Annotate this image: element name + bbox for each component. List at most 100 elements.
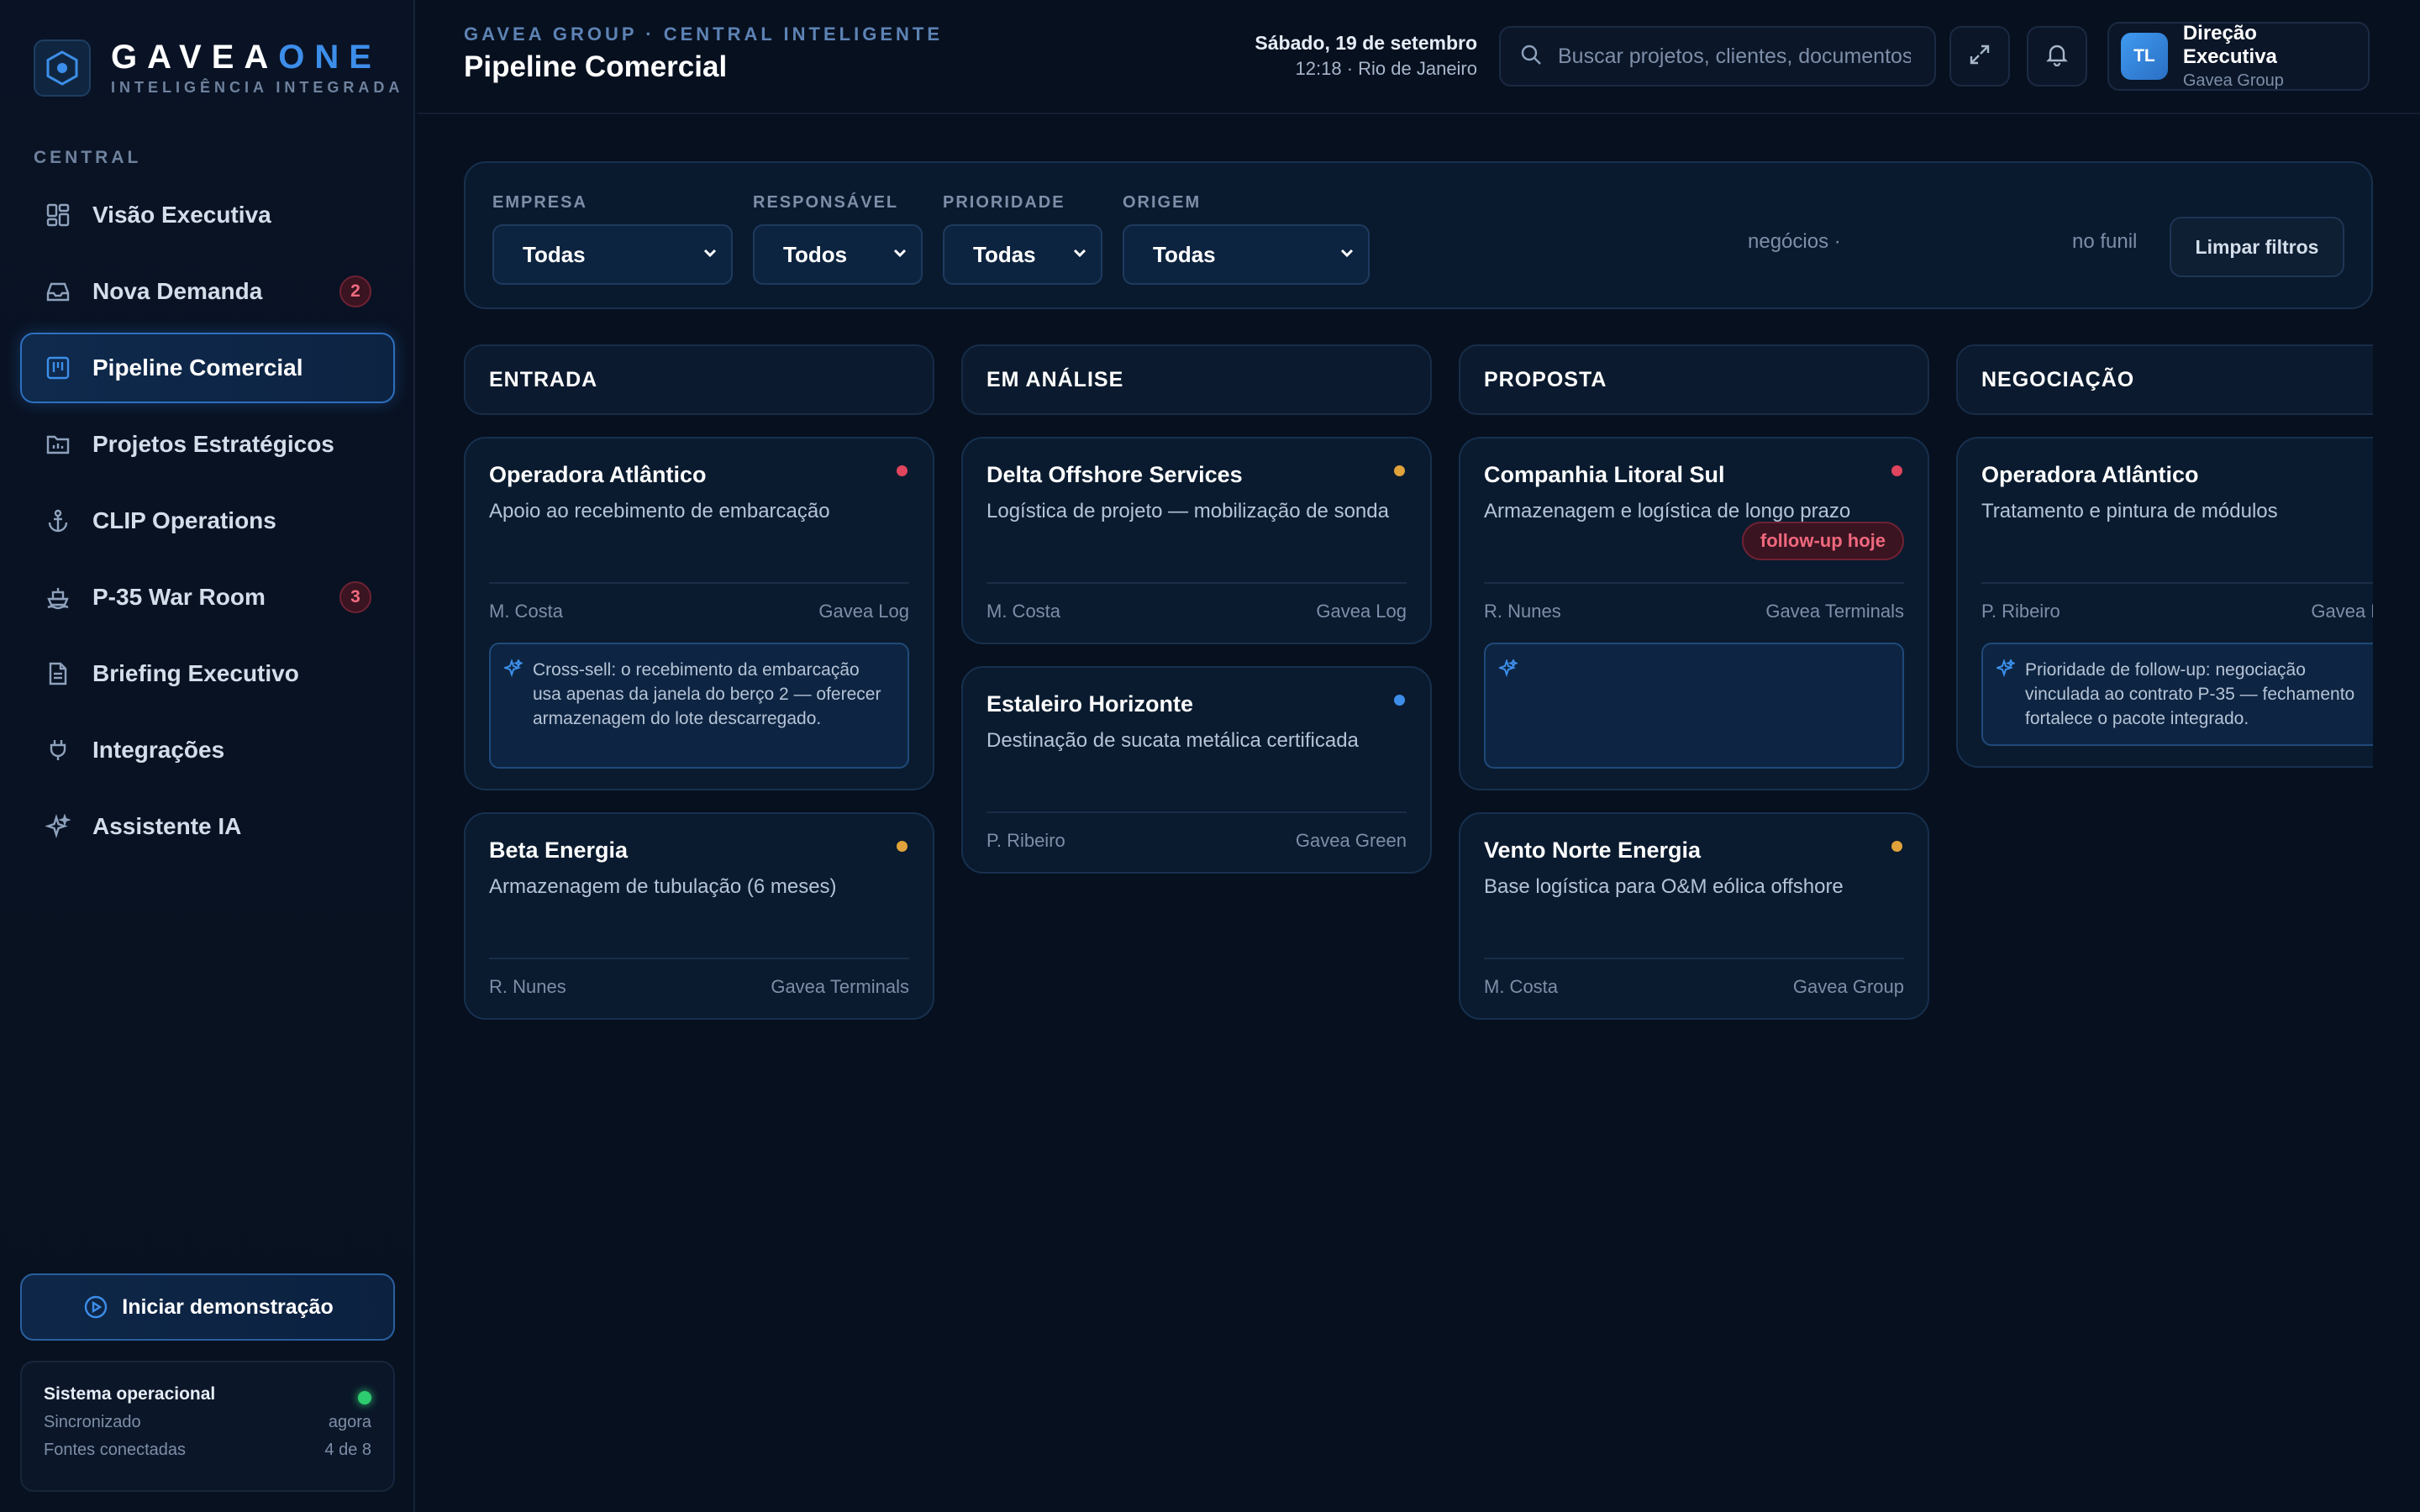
card-meta: R. Nunes Gavea Terminals (1484, 601, 1904, 622)
deal-card[interactable]: Estaleiro Horizonte Destinação de sucata… (961, 666, 1432, 874)
filter-responsavel: RESPONSÁVEL Todos (753, 193, 923, 285)
divider (1484, 958, 1904, 959)
search-input[interactable] (1558, 44, 1911, 69)
filter-prioridade: PRIORIDADE Todas (943, 193, 1102, 285)
priority-dot-icon (897, 465, 908, 476)
ship-icon (44, 583, 72, 612)
priority-dot-icon (1394, 695, 1405, 706)
card-title: Beta Energia (489, 837, 629, 863)
card-description: Tratamento e pintura de módulos (1981, 500, 2278, 522)
sidebar-item-label: Briefing Executivo (92, 660, 299, 686)
sidebar-item-briefing-executivo[interactable]: Briefing Executivo (20, 638, 395, 709)
search-box[interactable] (1499, 26, 1936, 87)
chevron-down-icon (1071, 244, 1089, 266)
start-demo-label: Iniciar demonstração (122, 1294, 334, 1319)
notifications-button[interactable] (2027, 26, 2087, 87)
user-menu[interactable]: TL Direção Executiva Gavea Group (2107, 22, 2370, 91)
divider (986, 811, 1407, 813)
card-owner: M. Costa (489, 601, 564, 622)
card-title: Delta Offshore Services (986, 462, 1243, 487)
sidebar-item-label: Pipeline Comercial (92, 354, 303, 381)
card-meta: P. Ribeiro Gavea Green (986, 830, 1407, 852)
user-name: Direção Executiva (2182, 22, 2277, 68)
fullscreen-button[interactable] (1949, 26, 2010, 87)
sparkle-icon (1497, 658, 1519, 685)
filter-label: ORIGEM (1123, 193, 1202, 212)
sidebar-item-clip-operations[interactable]: CLIP Operations (20, 486, 395, 556)
sidebar-item-p35-war-room[interactable]: P-35 War Room 3 (20, 562, 395, 633)
card-title: Operadora Atlântico (1981, 462, 2199, 487)
sidebar-item-projetos-estrategicos[interactable]: Projetos Estratégicos (20, 409, 395, 480)
sidebar-item-integracoes[interactable]: Integrações (20, 715, 395, 785)
card-company: Gavea Group (1792, 976, 1904, 997)
responsavel-select[interactable]: Todos (753, 224, 923, 285)
sidebar-item-pipeline-comercial[interactable]: Pipeline Comercial (20, 333, 395, 403)
card-company: Gavea Log (2311, 601, 2373, 622)
top-header: GAVEA GROUP · CENTRAL INTELIGENTE Pipeli… (417, 0, 2420, 114)
card-description: Armazenagem de tubulação (6 meses) (489, 875, 837, 898)
sparkle-icon (44, 812, 72, 841)
filter-label: PRIORIDADE (943, 193, 1065, 212)
ai-insight: Cross-sell: o recebimento da embarcação … (489, 643, 909, 769)
ai-insight: Prioridade de follow-up: negociação vinc… (1981, 643, 2373, 746)
column-proposta: PROPOSTA Companhia Litoral Sul Armazenag… (1459, 344, 1929, 1020)
sidebar-item-label: Integrações (92, 737, 225, 763)
user-org: Gavea Group (2182, 71, 2284, 90)
card-meta: P. Ribeiro Gavea Log (1981, 601, 2373, 622)
card-meta: M. Costa Gavea Group (1484, 976, 1904, 998)
search-icon (1519, 43, 1543, 71)
card-company: Gavea Log (1316, 601, 1407, 622)
card-description: Base logística para O&M eólica offshore (1484, 875, 1844, 898)
card-description: Logística de projeto — mobilização de so… (986, 500, 1389, 522)
chevron-down-icon (701, 244, 719, 266)
start-demo-button[interactable]: Iniciar demonstração (20, 1273, 395, 1341)
clear-filters-button[interactable]: Limpar filtros (2170, 217, 2344, 277)
deal-card[interactable]: Beta Energia Armazenagem de tubulação (6… (464, 812, 934, 1020)
status-indicator-icon (358, 1391, 371, 1404)
prioridade-select[interactable]: Todas (943, 224, 1102, 285)
priority-dot-icon (897, 841, 908, 852)
notification-badge: 3 (339, 581, 371, 613)
divider (489, 958, 909, 959)
card-owner: R. Nunes (1484, 601, 1561, 622)
sidebar-item-assistente-ia[interactable]: Assistente IA (20, 791, 395, 862)
column-negociacao: NEGOCIAÇÃO Operadora Atlântico Tratament… (1956, 344, 2373, 768)
breadcrumb: GAVEA GROUP · CENTRAL INTELIGENTE (464, 24, 943, 45)
avatar: TL (2121, 33, 2168, 80)
filter-empresa: EMPRESA Todas (492, 193, 733, 285)
sidebar-item-label: Projetos Estratégicos (92, 431, 334, 457)
hexagon-logo-icon (34, 39, 91, 97)
status-row: Sincronizado agora (44, 1413, 371, 1431)
brand-name: GAVEAONE (111, 39, 381, 76)
inbox-icon (44, 277, 72, 306)
divider (986, 582, 1407, 584)
divider (1981, 582, 2373, 584)
deal-card[interactable]: Operadora Atlântico Apoio ao recebimento… (464, 437, 934, 790)
status-title: Sistema operacional (44, 1384, 216, 1404)
card-owner: M. Costa (1484, 976, 1559, 997)
origem-select[interactable]: Todas (1123, 224, 1370, 285)
divider (489, 582, 909, 584)
status-row: Fontes conectadas 4 de 8 (44, 1441, 371, 1459)
priority-dot-icon (1891, 841, 1902, 852)
filters-panel: EMPRESA Todas RESPONSÁVEL Todos PRIORIDA… (464, 161, 2373, 309)
brand[interactable]: GAVEAONE INTELIGÊNCIA INTEGRADA (34, 39, 403, 97)
sidebar-item-visao-executiva[interactable]: Visão Executiva (20, 180, 395, 250)
sidebar-item-nova-demanda[interactable]: Nova Demanda 2 (20, 256, 395, 327)
column-title: NEGOCIAÇÃO (1956, 344, 2373, 415)
insight-text: Prioridade de follow-up: negociação vinc… (2025, 660, 2355, 728)
chevron-down-icon (1338, 244, 1356, 266)
deal-card[interactable]: Companhia Litoral Sul Armazenagem e logí… (1459, 437, 1929, 790)
card-title: Estaleiro Horizonte (986, 691, 1194, 717)
brand-subtitle: INTELIGÊNCIA INTEGRADA (111, 79, 404, 96)
sparkle-icon (1994, 658, 2017, 685)
pipeline-board: ENTRADA Operadora Atlântico Apoio ao rec… (464, 344, 2373, 1504)
deal-card[interactable]: Operadora Atlântico Tratamento e pintura… (1956, 437, 2373, 768)
empresa-select[interactable]: Todas (492, 224, 733, 285)
filter-label: RESPONSÁVEL (753, 193, 899, 212)
sidebar-item-label: Visão Executiva (92, 202, 271, 228)
deal-card[interactable]: Delta Offshore Services Logística de pro… (961, 437, 1432, 644)
follow-up-badge: follow-up hoje (1741, 522, 1904, 560)
expand-icon (1968, 43, 1991, 71)
deal-card[interactable]: Vento Norte Energia Base logística para … (1459, 812, 1929, 1020)
